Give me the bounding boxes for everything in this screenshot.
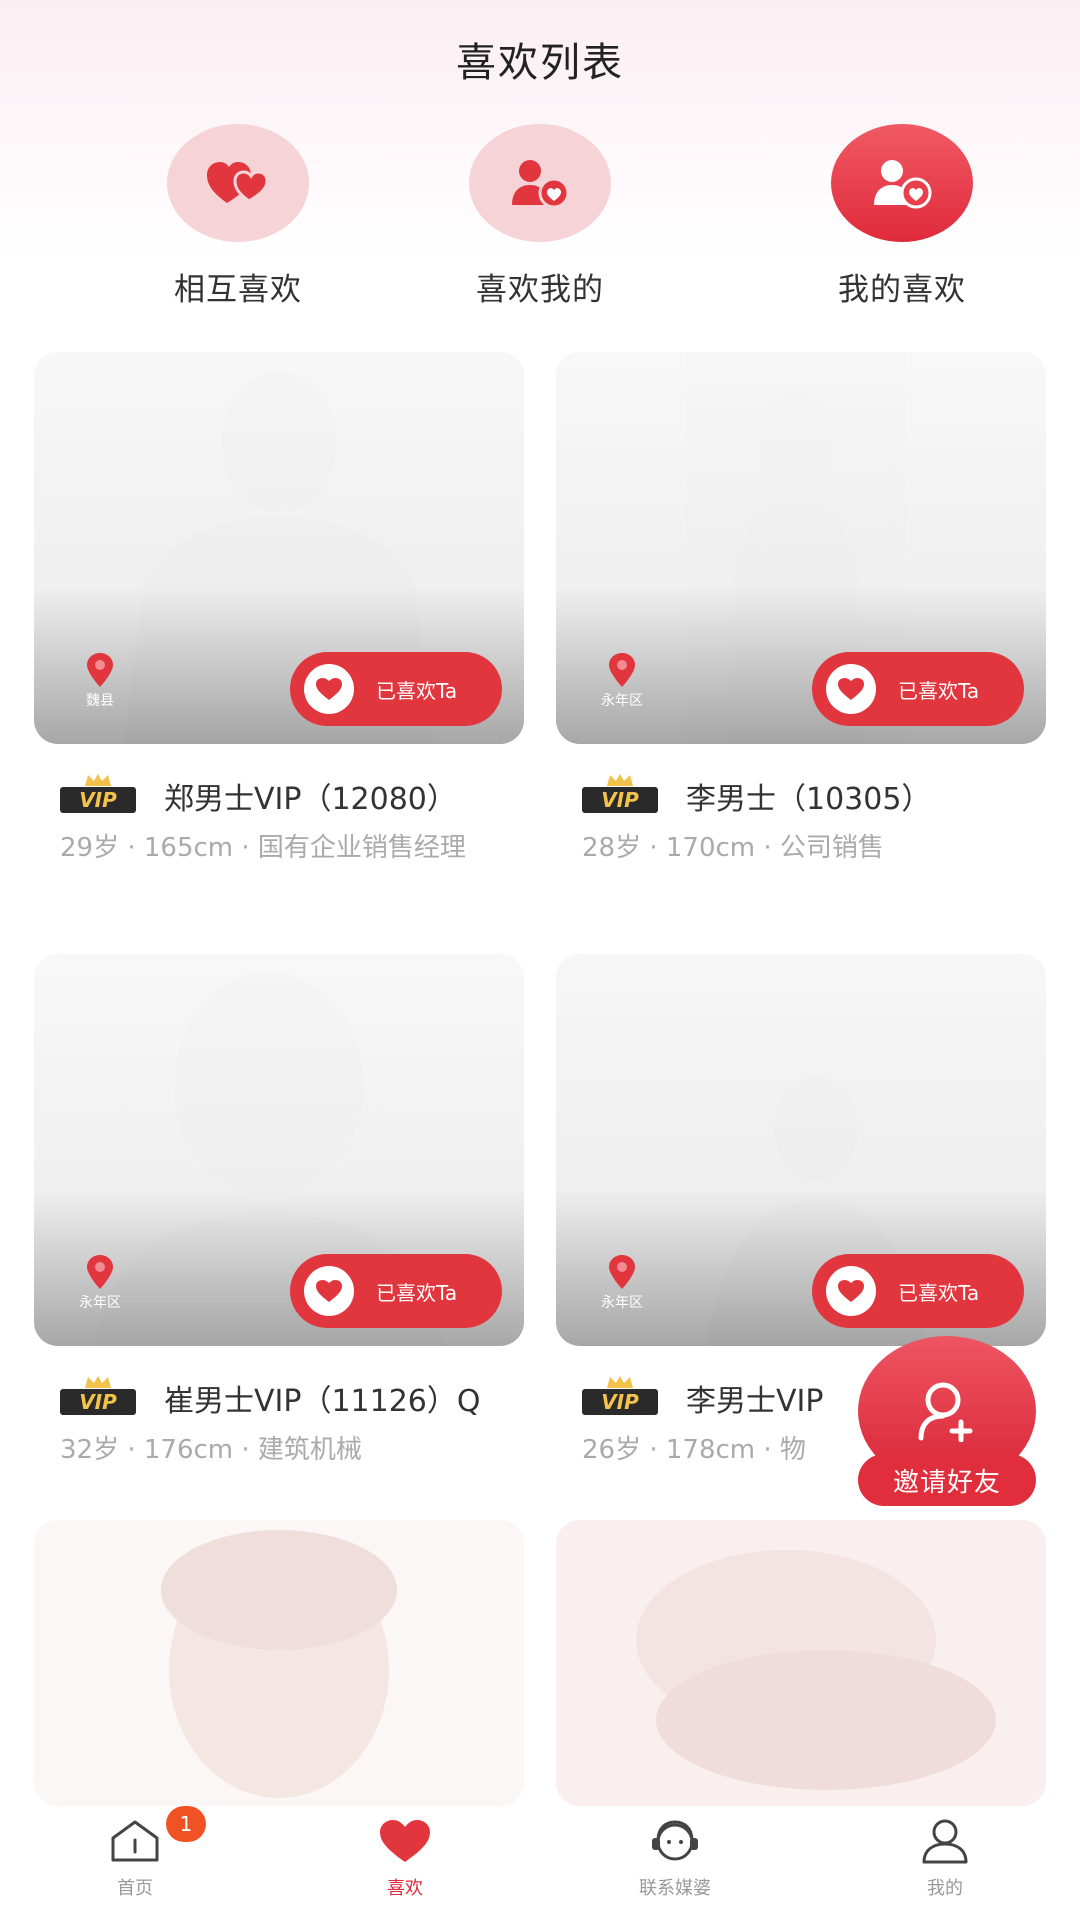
location-text: 永年区 [601, 1295, 643, 1311]
category-my-likes[interactable]: 我的喜欢 [782, 124, 1022, 309]
liked-label: 已喜欢Ta [898, 678, 980, 703]
tab-like[interactable]: 喜欢 [270, 1806, 540, 1920]
profile-name: 李男士VIP [686, 1384, 824, 1419]
location-tag: 魏县 [70, 652, 130, 710]
liked-button[interactable]: 已喜欢Ta [812, 1254, 1024, 1328]
heart-icon [826, 664, 876, 714]
category-liked-me[interactable]: 喜欢我的 [420, 124, 660, 309]
home-icon [111, 1820, 159, 1862]
name-row: VIP 郑男士VIP（12080） [34, 774, 524, 818]
crown-icon [85, 774, 111, 786]
category-label: 我的喜欢 [838, 272, 966, 308]
location-text: 永年区 [601, 693, 643, 709]
profile-card[interactable]: 魏县 已喜欢Ta VIP 郑男士VIP（12080） 29岁 · 165cm ·… [34, 352, 524, 868]
location-text: 永年区 [79, 1295, 121, 1311]
location-tag: 永年区 [592, 1254, 652, 1312]
location-tag: 永年区 [592, 652, 652, 710]
bottom-tab-bar: 首页 1 喜欢 联系媒婆 我的 [0, 1806, 1080, 1920]
vip-badge: VIP [60, 1376, 136, 1415]
tab-label: 喜欢 [387, 1878, 423, 1899]
person-silhouette-icon [34, 1520, 524, 1806]
profile-name: 李男士（10305） [686, 782, 932, 817]
name-row: VIP 崔男士VIP（11126）Q [34, 1376, 524, 1420]
profile-photo: 魏县 已喜欢Ta [34, 352, 524, 744]
liked-label: 已喜欢Ta [376, 1280, 458, 1305]
location-pin-icon [87, 1255, 113, 1289]
invite-label: 邀请好友 [858, 1454, 1036, 1506]
vip-label: VIP [60, 1389, 136, 1415]
profile-info: 29岁 · 165cm · 国有企业销售经理 [60, 833, 466, 863]
profile-info: 32岁 · 176cm · 建筑机械 [60, 1435, 362, 1465]
location-pin-icon [609, 653, 635, 687]
profile-card[interactable] [556, 1520, 1046, 1806]
notification-badge: 1 [166, 1806, 206, 1842]
tab-label: 首页 [117, 1878, 153, 1899]
crown-icon [85, 1376, 111, 1388]
category-label: 相互喜欢 [174, 272, 302, 308]
liked-button[interactable]: 已喜欢Ta [290, 1254, 502, 1328]
invite-friends-button[interactable]: 邀请好友 [858, 1336, 1036, 1506]
headset-icon [652, 1820, 698, 1861]
vip-badge: VIP [582, 774, 658, 813]
tab-mine[interactable]: 我的 [810, 1806, 1080, 1920]
location-pin-icon [87, 653, 113, 687]
category-mutual-like[interactable]: 相互喜欢 [118, 124, 358, 309]
heart-icon [380, 1820, 430, 1862]
profile-name: 崔男士VIP（11126）Q [164, 1384, 481, 1419]
profile-name: 郑男士VIP（12080） [164, 782, 457, 817]
liked-button[interactable]: 已喜欢Ta [290, 652, 502, 726]
heart-icon [304, 1266, 354, 1316]
liked-label: 已喜欢Ta [376, 678, 458, 703]
vip-label: VIP [582, 787, 658, 813]
location-tag: 永年区 [70, 1254, 130, 1312]
crown-icon [607, 1376, 633, 1388]
category-label: 喜欢我的 [476, 272, 604, 308]
person-heart-icon [469, 124, 611, 242]
user-icon [922, 1819, 968, 1864]
vip-badge: VIP [582, 1376, 658, 1415]
tab-label: 我的 [927, 1878, 963, 1899]
location-text: 魏县 [86, 693, 114, 709]
crown-icon [607, 774, 633, 786]
profile-card[interactable]: 永年区 已喜欢Ta VIP 崔男士VIP（11126）Q 32岁 · 176cm… [34, 954, 524, 1470]
vip-label: VIP [582, 1389, 658, 1415]
name-row: VIP 李男士（10305） [556, 774, 1046, 818]
tab-home[interactable]: 首页 1 [0, 1806, 270, 1920]
page-title: 喜欢列表 [456, 40, 624, 86]
vip-badge: VIP [60, 774, 136, 813]
person-heart-icon [831, 124, 973, 242]
heart-icon [826, 1266, 876, 1316]
two-hearts-icon [167, 124, 309, 242]
profile-card[interactable] [34, 1520, 524, 1806]
flowers-image-icon [556, 1520, 1046, 1806]
location-pin-icon [609, 1255, 635, 1289]
liked-label: 已喜欢Ta [898, 1280, 980, 1305]
profile-photo: 永年区 已喜欢Ta [556, 954, 1046, 1346]
tab-label: 联系媒婆 [639, 1878, 711, 1899]
profile-photo [34, 1520, 524, 1806]
tab-contact-matchmaker[interactable]: 联系媒婆 [540, 1806, 810, 1920]
profile-photo: 永年区 已喜欢Ta [34, 954, 524, 1346]
liked-button[interactable]: 已喜欢Ta [812, 652, 1024, 726]
heart-icon [304, 664, 354, 714]
profile-card[interactable]: 永年区 已喜欢Ta VIP 李男士（10305） 28岁 · 170cm · 公… [556, 352, 1046, 868]
vip-label: VIP [60, 787, 136, 813]
profile-photo [556, 1520, 1046, 1806]
profile-photo: 永年区 已喜欢Ta [556, 352, 1046, 744]
profile-info: 28岁 · 170cm · 公司销售 [582, 833, 884, 863]
